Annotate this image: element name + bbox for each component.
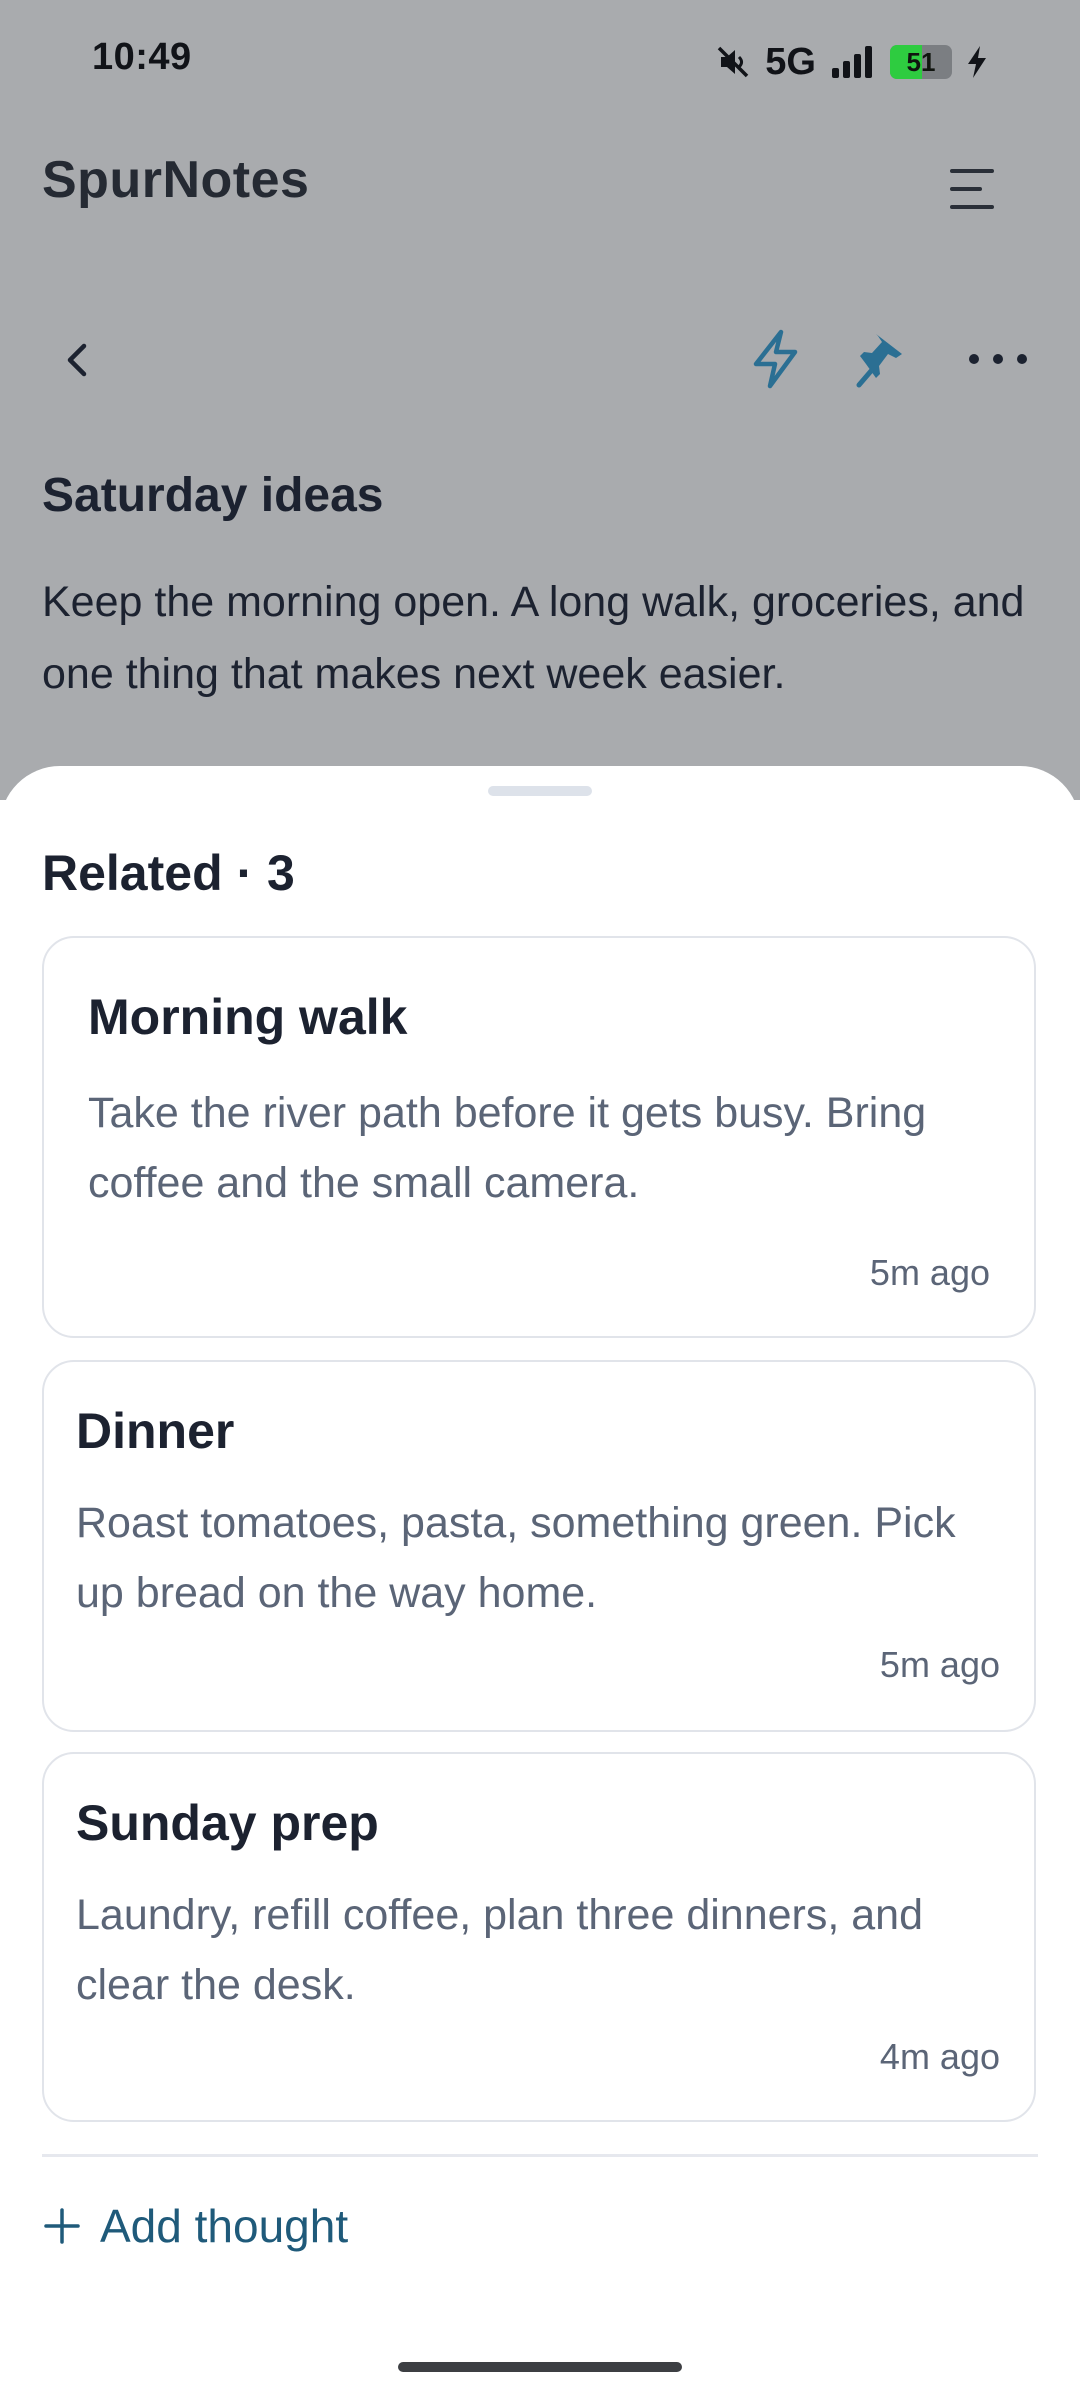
add-thought-label: Add thought [100, 2200, 349, 2252]
card-timestamp: 4m ago [879, 2036, 1000, 2077]
plus-icon [44, 2208, 80, 2244]
related-sheet: Related · 3 Morning walk Take the river … [0, 766, 1080, 2400]
note-body: Keep the morning open. A long walk, groc… [42, 578, 1025, 698]
card-timestamp: 5m ago [869, 1252, 990, 1293]
home-indicator[interactable] [398, 2362, 682, 2372]
network-type: 5G [765, 40, 816, 83]
status-time: 10:49 [92, 36, 192, 78]
bolt-icon[interactable] [748, 328, 802, 390]
status-bar: 10:49 5G 51 [0, 0, 1080, 120]
battery-icon: 51 [890, 45, 952, 79]
note-title: Saturday ideas [42, 469, 384, 522]
mute-icon [718, 46, 749, 78]
card-body: Roast tomatoes, pasta, something green. … [76, 1499, 956, 1617]
battery-level: 51 [906, 46, 936, 77]
related-card[interactable]: Morning walk Take the river path before … [42, 936, 1036, 1338]
card-title: Dinner [76, 1403, 235, 1459]
app-title: SpurNotes [42, 151, 310, 209]
charging-icon [968, 46, 986, 78]
add-thought-button[interactable]: Add thought [42, 2196, 348, 2256]
divider [42, 2154, 1038, 2157]
card-body: Take the river path before it gets busy.… [88, 1089, 927, 1207]
status-indicators: 5G 51 [715, 38, 988, 86]
menu-icon[interactable] [948, 165, 998, 213]
back-icon[interactable] [56, 330, 96, 390]
related-heading: Related · 3 [42, 845, 295, 901]
sheet-handle[interactable] [488, 786, 592, 796]
card-timestamp: 5m ago [879, 1644, 1000, 1685]
pin-icon[interactable] [852, 328, 910, 390]
card-body: Laundry, refill coffee, plan three dinne… [76, 1891, 924, 2009]
related-card[interactable]: Sunday prep Laundry, refill coffee, plan… [42, 1752, 1036, 2122]
related-card[interactable]: Dinner Roast tomatoes, pasta, something … [42, 1360, 1036, 1732]
card-title: Sunday prep [76, 1795, 379, 1851]
signal-icon [832, 46, 872, 78]
more-icon[interactable] [966, 344, 1030, 374]
card-title: Morning walk [88, 989, 408, 1045]
